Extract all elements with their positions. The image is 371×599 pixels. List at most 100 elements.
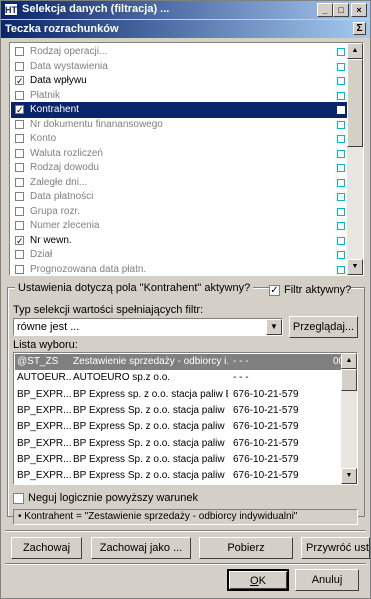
- field-indicator-icon[interactable]: [337, 120, 345, 129]
- title-bar[interactable]: HT Selekcja danych (filtracja) ... _ □ ×: [1, 1, 370, 19]
- list-cell-nip: - - -: [233, 356, 249, 367]
- filter-active-checkbox[interactable]: ✓ Filtr aktywny?: [269, 284, 352, 296]
- scroll-down-icon[interactable]: ▼: [347, 259, 363, 275]
- field-label: Prognozowana data płatn.: [30, 263, 147, 275]
- list-cell-name: Zestawienie sprzedaży - odbiorcy i...: [73, 356, 228, 367]
- selection-type-select[interactable]: równe jest ... ▼: [13, 318, 283, 336]
- list-cell-nip: 676-10-21-579: [233, 453, 299, 465]
- filter-active-check-icon[interactable]: ✓: [269, 284, 280, 296]
- list-cell-nip: - - -: [233, 372, 249, 384]
- cancel-button[interactable]: Anuluj: [295, 569, 359, 591]
- scroll-thumb[interactable]: [347, 59, 363, 147]
- field-label: Kontrahent: [30, 104, 79, 115]
- field-indicator-icon[interactable]: [337, 91, 345, 100]
- field-item[interactable]: Prognozowana data płatn.: [11, 262, 350, 276]
- list-scroll-up-icon[interactable]: ▲: [341, 353, 357, 369]
- list-cell-code: BP_EXPR...: [17, 404, 71, 416]
- filter-active-label: Filtr aktywny?: [284, 284, 352, 296]
- list-cell-name: BP Express Sp. z o.o. stacja paliw ...: [73, 421, 228, 433]
- field-indicator-icon[interactable]: [337, 265, 345, 274]
- minimize-button[interactable]: _: [317, 3, 333, 17]
- list-row[interactable]: BP_EXPR... BP Express Sp. z o.o. stacja p…: [15, 436, 342, 452]
- list-cell-nip: 676-10-21-579: [233, 470, 299, 482]
- field-checkbox[interactable]: [15, 221, 24, 230]
- chevron-down-icon[interactable]: ▼: [266, 319, 282, 335]
- field-indicator-icon[interactable]: [337, 193, 345, 201]
- load-button[interactable]: Pobierz: [199, 537, 293, 559]
- field-checkbox[interactable]: [15, 177, 24, 187]
- scroll-up-icon[interactable]: ▲: [347, 43, 363, 59]
- save-as-button[interactable]: Zachowaj jako ...: [91, 537, 191, 559]
- field-checkbox[interactable]: [15, 206, 24, 216]
- list-scroll-down-icon[interactable]: ▼: [341, 468, 357, 484]
- field-checkbox[interactable]: [15, 61, 24, 71]
- field-list[interactable]: Rodzaj operacji... Data wystawienia ✓ Data …: [9, 42, 364, 276]
- field-label: Konto: [30, 133, 57, 144]
- dialog-window: HT Selekcja danych (filtracja) ... _ □ ×…: [0, 0, 371, 599]
- save-button[interactable]: Zachowaj: [11, 537, 82, 559]
- list-cell-code: BP_EXPR...: [17, 453, 71, 465]
- field-label: Data płatności: [30, 191, 94, 202]
- list-row[interactable]: BP_EXPR... BP Express Sp. z o.o. stacja p…: [15, 419, 342, 435]
- list-cell-name: BP Express sp. z o.o. stacja paliw B...: [73, 388, 228, 400]
- field-indicator-icon[interactable]: [337, 149, 345, 158]
- field-checkbox[interactable]: [15, 264, 24, 274]
- browse-button[interactable]: Przeglądaj...: [289, 316, 358, 338]
- field-checkbox[interactable]: ✓: [15, 105, 24, 115]
- field-indicator-icon[interactable]: [337, 222, 345, 230]
- field-indicator-icon[interactable]: [337, 48, 345, 56]
- field-label: Płatnik: [30, 89, 61, 101]
- ok-button[interactable]: OK: [227, 569, 289, 591]
- field-indicator-icon[interactable]: [337, 207, 345, 216]
- list-cell-code: BP_EXPR...: [17, 388, 71, 400]
- field-checkbox[interactable]: [15, 192, 24, 201]
- field-checkbox[interactable]: [15, 250, 24, 259]
- restore-settings-button[interactable]: Przywróć ustaw: [301, 537, 370, 559]
- list-cell-code: @ST_ZS: [17, 356, 59, 367]
- selection-list[interactable]: @ST_ZS Zestawienie sprzedaży - odbiorcy i…: [13, 352, 358, 485]
- field-checkbox[interactable]: ✓: [15, 76, 24, 86]
- list-row[interactable]: BP_EXPR... BP Express sp. z o.o. stacja p…: [15, 387, 342, 403]
- field-label: Rodzaj dowodu: [30, 162, 99, 173]
- list-row[interactable]: BP_EXPR... BP Express Sp. z o.o. stacja p…: [15, 452, 342, 468]
- negate-checkbox[interactable]: Neguj logicznie powyższy warunek: [13, 492, 198, 504]
- field-indicator-icon[interactable]: [337, 178, 345, 187]
- list-row[interactable]: BP_EXPR... BP Express Sp. z o.o. stacja p…: [15, 468, 342, 484]
- maximize-button[interactable]: □: [333, 3, 349, 17]
- field-indicator-icon[interactable]: [337, 77, 345, 85]
- selection-list-scrollbar[interactable]: ▲ ▼: [341, 353, 357, 484]
- list-row[interactable]: AUTOEUR... AUTOEURO sp.z o.o. - - -: [15, 370, 342, 386]
- field-label: Dział: [30, 249, 53, 260]
- separator: [5, 530, 366, 532]
- filter-summary: • Kontrahent = "Zestawienie sprzedaży - …: [13, 509, 358, 525]
- selection-type-label: Typ selekcji wartości spełniających filt…: [13, 304, 204, 316]
- field-label: Zaległe dni...: [30, 176, 88, 188]
- list-row[interactable]: @ST_ZS Zestawienie sprzedaży - odbiorcy i…: [15, 354, 344, 370]
- field-indicator-icon[interactable]: [337, 251, 345, 259]
- list-cell-nip: 676-10-21-579: [233, 404, 299, 416]
- field-checkbox[interactable]: [15, 90, 24, 100]
- field-checkbox[interactable]: [15, 47, 24, 56]
- field-indicator-icon[interactable]: [337, 106, 345, 114]
- field-checkbox[interactable]: [15, 134, 24, 143]
- field-label: Data wystawienia: [30, 60, 108, 72]
- field-checkbox[interactable]: ✓: [15, 235, 24, 245]
- negate-check-icon[interactable]: [13, 492, 24, 504]
- field-checkbox[interactable]: [15, 119, 24, 129]
- settings-group-label: Ustawienia dotyczą pola "Kontrahent" akt…: [15, 282, 254, 294]
- window-title: Selekcja danych (filtracja) ...: [22, 3, 170, 15]
- field-label: Nr wewn.: [30, 234, 72, 246]
- list-row[interactable]: BP_EXPR... BP Express Sp. z o.o. stacja p…: [15, 403, 342, 419]
- sigma-icon[interactable]: Σ: [353, 22, 366, 35]
- list-scroll-thumb[interactable]: [341, 369, 357, 391]
- field-indicator-icon[interactable]: [337, 236, 345, 245]
- list-cell-nip: 676-10-21-579: [233, 388, 299, 400]
- field-checkbox[interactable]: [15, 163, 24, 172]
- field-indicator-icon[interactable]: [337, 62, 345, 71]
- list-cell-code: BP_EXPR...: [17, 421, 71, 433]
- close-button[interactable]: ×: [351, 3, 367, 17]
- field-list-scrollbar[interactable]: ▲ ▼: [347, 43, 363, 275]
- field-indicator-icon[interactable]: [337, 164, 345, 172]
- field-indicator-icon[interactable]: [337, 135, 345, 143]
- field-checkbox[interactable]: [15, 148, 24, 158]
